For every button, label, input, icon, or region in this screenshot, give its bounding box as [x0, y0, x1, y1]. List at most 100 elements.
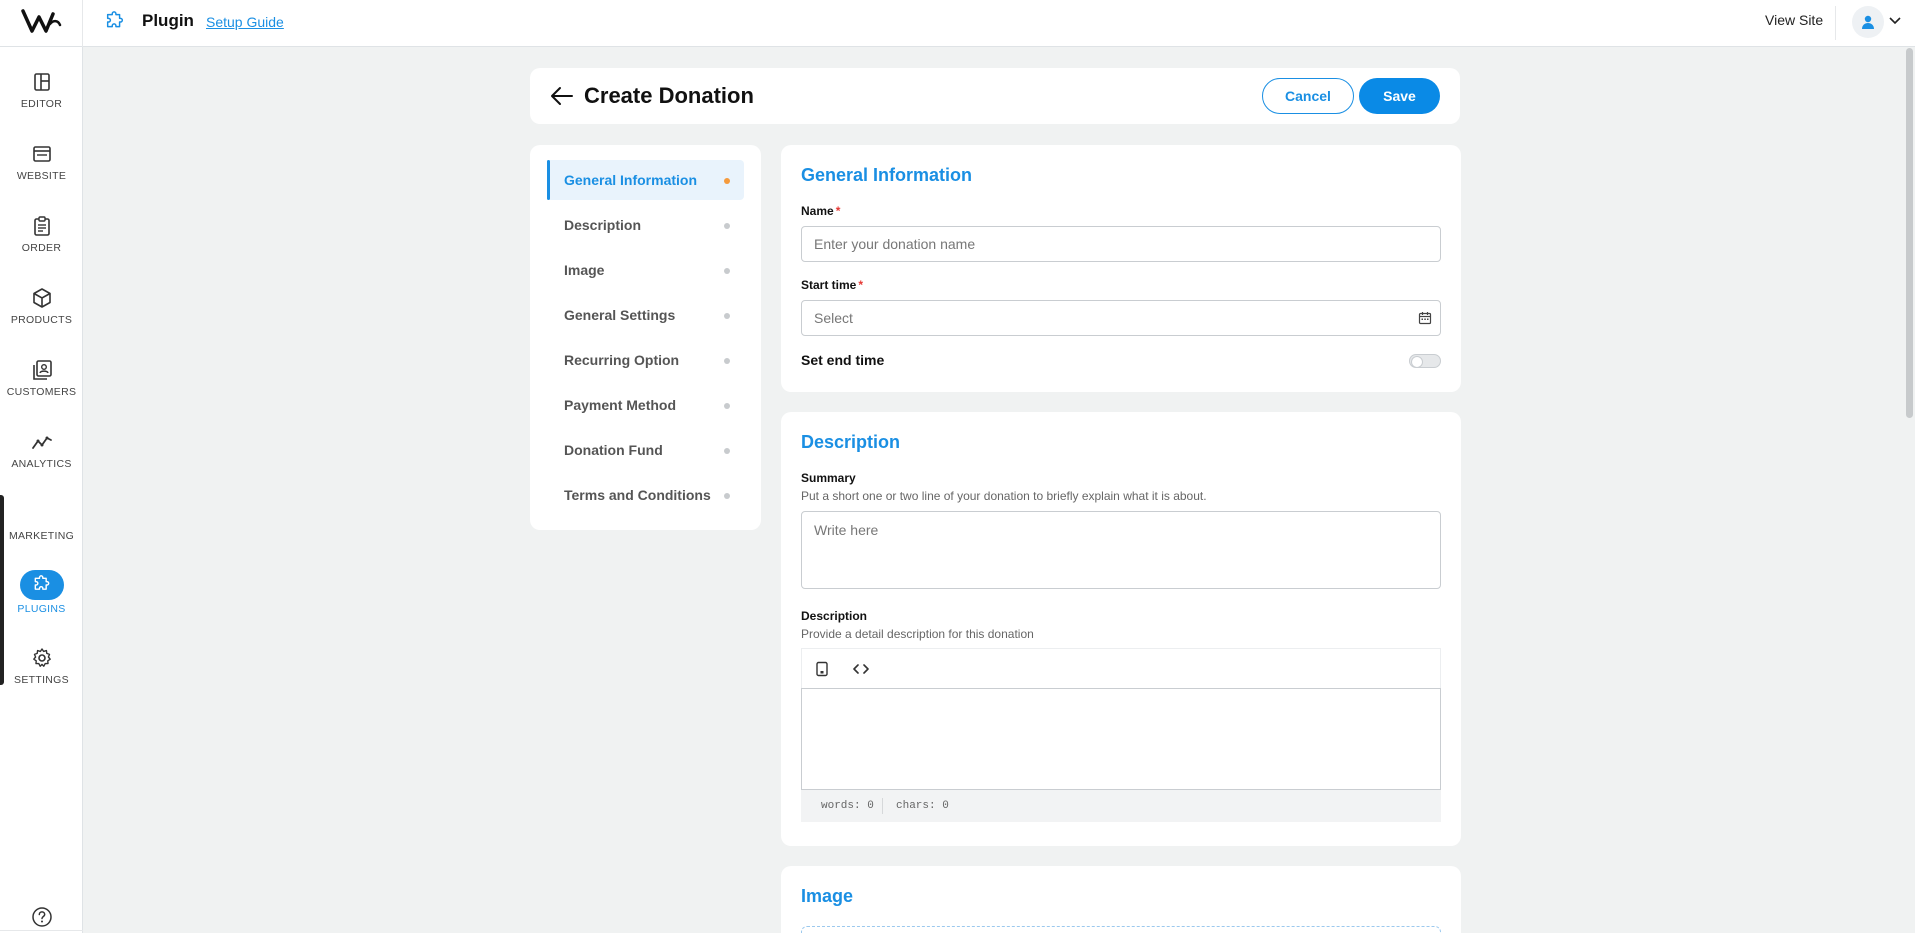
section-item-donation-fund[interactable]: Donation Fund	[547, 430, 744, 470]
status-dot	[724, 448, 730, 454]
active-pill	[19, 570, 64, 600]
section-item-label: Payment Method	[564, 397, 677, 413]
editor-status-bar: words: 0 chars: 0	[801, 790, 1441, 822]
section-item-terms-and-conditions[interactable]: Terms and Conditions	[547, 475, 744, 515]
gear-icon	[32, 648, 51, 667]
status-dot	[724, 313, 730, 319]
char-count: chars: 0	[896, 800, 949, 812]
section-item-general-information[interactable]: General Information	[547, 160, 744, 200]
code-view-button[interactable]	[851, 659, 871, 679]
summary-textarea[interactable]	[801, 511, 1441, 589]
topbar-divider	[1835, 6, 1836, 40]
nav-item-editor[interactable]: EDITOR	[0, 71, 83, 133]
cancel-button[interactable]: Cancel	[1262, 78, 1354, 114]
help-icon[interactable]	[31, 906, 53, 928]
description-card: Description Summary Put a short one or t…	[781, 412, 1461, 846]
code-icon	[853, 664, 869, 674]
brand-logo-icon[interactable]	[20, 6, 62, 36]
nav-label: ORDER	[21, 242, 62, 254]
word-count: words: 0	[821, 800, 874, 812]
page-scrollbar	[1904, 48, 1915, 933]
save-button[interactable]: Save	[1359, 78, 1440, 114]
start-time-field	[781, 300, 1461, 336]
description-label: Description	[801, 609, 868, 623]
summary-hint: Put a short one or two line of your dona…	[801, 489, 1207, 503]
section-item-label: Recurring Option	[564, 352, 680, 368]
editor-toolbar	[801, 648, 1441, 688]
nav-item-website[interactable]: WEBSITE	[0, 143, 83, 205]
status-dot	[724, 403, 730, 409]
summary-label: Summary	[801, 471, 856, 485]
tablet-icon	[816, 661, 828, 677]
left-sidebar: EDITOR WEBSITE ORDER PRODUCTS CUSTOMERS …	[0, 47, 83, 933]
setup-guide-link[interactable]: Setup Guide	[206, 14, 284, 30]
start-time-label: Start time *	[801, 278, 864, 292]
card-title: Image	[801, 886, 854, 906]
section-item-recurring-option[interactable]: Recurring Option	[547, 340, 744, 380]
section-item-image[interactable]: Image	[547, 250, 744, 290]
page-heading: Create Donation	[584, 83, 754, 108]
back-arrow-icon[interactable]	[550, 85, 574, 107]
chevron-down-icon[interactable]	[1888, 14, 1902, 28]
section-navigation: General Information Description Image Ge…	[530, 145, 761, 530]
end-time-toggle[interactable]	[1409, 354, 1441, 368]
nav-label: EDITOR	[20, 98, 63, 110]
image-dropzone[interactable]	[801, 926, 1441, 933]
nav-label: PRODUCTS	[10, 314, 73, 326]
scrollbar-thumb[interactable]	[1906, 48, 1913, 418]
topbar-divider	[82, 0, 83, 47]
puzzle-icon	[106, 11, 124, 28]
contacts-icon	[32, 360, 52, 380]
nav-item-marketing[interactable]: MARKETING	[0, 503, 83, 565]
cube-icon	[32, 288, 51, 308]
general-information-card: General Information Name* Start time* Se…	[781, 145, 1461, 392]
status-dot	[724, 268, 730, 274]
status-dot	[724, 178, 730, 184]
section-item-label: Image	[564, 262, 605, 278]
megaphone-icon	[31, 503, 53, 525]
section-item-label: General Settings	[564, 307, 676, 323]
donation-name-input[interactable]	[801, 226, 1441, 262]
nav-item-analytics[interactable]: ANALYTICS	[0, 431, 83, 493]
browser-icon	[32, 146, 51, 162]
section-item-description[interactable]: Description	[547, 205, 744, 245]
nav-label: PLUGINS	[17, 603, 66, 615]
status-divider	[882, 798, 883, 814]
calendar-icon[interactable]	[1418, 311, 1432, 325]
avatar[interactable]	[1852, 6, 1884, 38]
section-item-label: Description	[564, 217, 642, 233]
nav-item-products[interactable]: PRODUCTS	[0, 287, 83, 349]
trend-icon	[31, 436, 52, 449]
nav-label: SETTINGS	[14, 674, 69, 686]
nav-item-customers[interactable]: CUSTOMERS	[0, 359, 83, 421]
section-item-label: General Information	[564, 172, 698, 188]
user-icon	[1862, 15, 1874, 29]
clipboard-icon	[33, 216, 50, 236]
page-title: Plugin	[142, 11, 194, 30]
view-site-link[interactable]: View Site	[1765, 12, 1823, 28]
layout-icon	[33, 73, 50, 91]
end-time-label: Set end time	[801, 352, 885, 368]
puzzle-icon	[34, 575, 49, 590]
section-item-payment-method[interactable]: Payment Method	[547, 385, 744, 425]
top-bar: Plugin Setup Guide View Site	[0, 0, 1915, 47]
nav-divider	[0, 930, 83, 931]
nav-label: WEBSITE	[16, 170, 67, 182]
nav-label: MARKETING	[8, 530, 75, 542]
section-item-label: Terms and Conditions	[564, 487, 711, 503]
card-title: General Information	[801, 165, 973, 185]
nav-item-order[interactable]: ORDER	[0, 215, 83, 277]
nav-label: ANALYTICS	[11, 458, 72, 470]
section-item-general-settings[interactable]: General Settings	[547, 295, 744, 335]
preview-toggle-button[interactable]	[812, 659, 832, 679]
name-label: Name *	[801, 204, 841, 218]
status-dot	[724, 223, 730, 229]
nav-item-settings[interactable]: SETTINGS	[0, 647, 83, 709]
nav-item-plugins[interactable]: PLUGINS	[0, 570, 83, 632]
image-card: Image	[781, 866, 1461, 933]
start-time-input[interactable]	[801, 300, 1441, 336]
rich-text-editor[interactable]	[801, 688, 1441, 790]
status-dot	[724, 493, 730, 499]
section-item-label: Donation Fund	[564, 442, 663, 458]
page-header: Create Donation Cancel Save	[530, 68, 1460, 124]
